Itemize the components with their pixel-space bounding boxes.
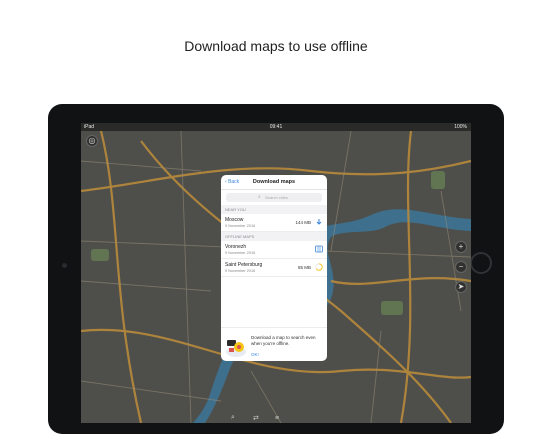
city-name: Voronezh [225,244,247,250]
menu-icon[interactable]: ≡ [275,415,279,422]
offline-map-illustration-icon [226,340,246,357]
routes-icon[interactable]: ⇄ [253,414,259,422]
status-bar: iPad 09:41 100% [81,123,471,131]
footer-message: Download a map to search even when you'r… [251,335,316,346]
search-field[interactable]: ⌕ Search cities [226,193,322,202]
camera [62,263,67,268]
section-header-offline-maps: OFFLINE MAPS [221,232,327,241]
download-maps-panel: ‹ Back Download maps ⌕ Search cities NEA… [221,175,327,361]
locate-button[interactable]: ➤ [455,281,467,293]
panel-header: ‹ Back Download maps [221,175,327,190]
panel-footer: Download a map to search even when you'r… [221,327,327,361]
layers-icon: ◎ [88,136,96,145]
zoom-in-button[interactable]: + [455,241,467,253]
home-button[interactable] [470,252,492,274]
ok-button[interactable]: OK! [251,352,259,357]
map-date: 9 November 2016 [225,269,256,273]
map-row-moscow[interactable]: Moscow 9 November 2016 144 MB [221,214,327,232]
map-row-voronezh[interactable]: Voronezh 9 November 2016 [221,241,327,259]
map-date: 9 November 2016 [225,224,256,228]
minus-icon: − [458,262,464,271]
location-arrow-icon: ➤ [457,282,465,291]
search-icon: ⌕ [258,194,261,200]
panel-title: Download maps [252,179,296,185]
map-row-saint-petersburg[interactable]: Saint Petersburg 9 November 2016 85 MB [221,259,327,277]
map-date: 9 November 2016 [225,251,256,255]
city-name: Saint Petersburg [225,262,263,268]
map-size: 85 MB [297,265,311,270]
battery-label: 100% [454,124,467,130]
map-size: 144 MB [295,220,311,225]
headline: Download maps to use offline [184,38,368,54]
zoom-out-button[interactable]: − [455,261,467,273]
clock-label: 09:41 [269,124,283,130]
city-name: Moscow [225,217,244,223]
map-icon[interactable] [315,245,323,253]
download-icon[interactable] [315,218,323,226]
search-tool-icon[interactable]: ⌕ [231,414,235,422]
progress-icon[interactable] [315,263,323,271]
plus-icon: + [458,242,464,251]
ipad-frame: iPad 09:41 100% ◎ + − ➤ ‹ Back Download … [48,104,504,434]
section-header-near-you: NEAR YOU [221,205,327,214]
map-screen[interactable]: iPad 09:41 100% ◎ + − ➤ ‹ Back Download … [81,123,471,423]
layers-button[interactable]: ◎ [86,135,98,147]
search-placeholder: Search cities [265,195,288,200]
bottom-toolbar: ⌕ ⇄ ≡ [81,413,471,423]
